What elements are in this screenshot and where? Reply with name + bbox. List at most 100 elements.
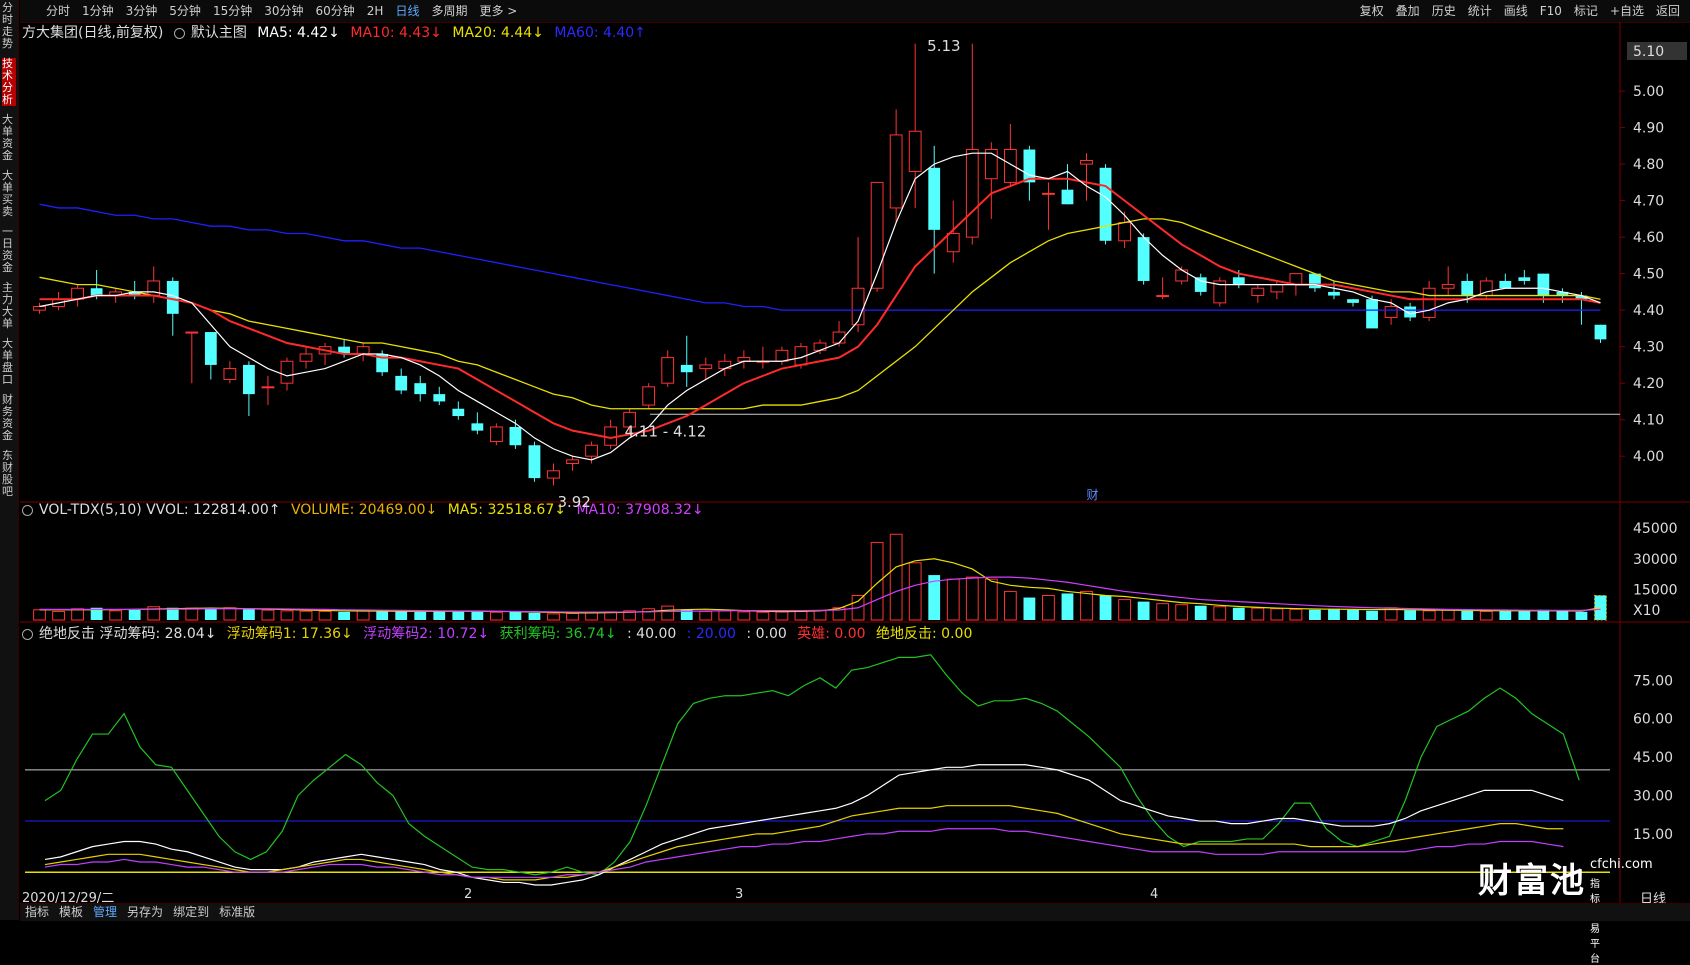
ind-tick-label-1: 60.00 bbox=[1633, 712, 1673, 728]
candle-body-35 bbox=[699, 364, 713, 370]
candle-body-68 bbox=[1328, 291, 1340, 296]
candle-body-21 bbox=[433, 394, 446, 402]
price-tick-label-6: 4.40 bbox=[1633, 303, 1664, 319]
vol-bar-63 bbox=[1232, 607, 1245, 620]
vol-bar-21 bbox=[433, 611, 446, 620]
candle-body-0 bbox=[33, 306, 46, 311]
candle-body-65 bbox=[1270, 284, 1284, 293]
candle-body-55 bbox=[1080, 159, 1093, 165]
vol-bar-36 bbox=[718, 610, 732, 621]
vol-bar-38 bbox=[756, 611, 770, 621]
vol-bar-44 bbox=[870, 541, 884, 621]
vol-bar-0 bbox=[33, 609, 46, 621]
price-tick-label-10: 4.00 bbox=[1633, 449, 1664, 465]
range-annotation: 4.11 - 4.12 bbox=[625, 422, 707, 440]
candle-body-82 bbox=[1594, 324, 1607, 340]
vol-tick-label-0: 45000 bbox=[1633, 521, 1678, 537]
price-tick-label-5: 4.50 bbox=[1633, 267, 1664, 283]
bottom-item-2[interactable]: 管理 bbox=[93, 905, 117, 919]
candle-body-30 bbox=[604, 426, 618, 446]
candle-body-75 bbox=[1461, 280, 1474, 296]
price-tick-label-0: 5.00 bbox=[1633, 84, 1664, 100]
candle-body-61 bbox=[1194, 277, 1207, 292]
bottom-item-4[interactable]: 绑定到 bbox=[173, 905, 209, 919]
candle-body-71 bbox=[1384, 306, 1398, 318]
candle-body-39 bbox=[775, 349, 789, 362]
vol-bar-11 bbox=[243, 609, 255, 620]
chart-canvas: 5.00 4.90 4.80 4.70 4.60 4.50 4.40 4.30 4.20 4.10… bbox=[20, 22, 1690, 903]
candle-body-10 bbox=[223, 368, 237, 381]
vol-bar-16 bbox=[338, 611, 350, 620]
vol-bar-22 bbox=[452, 610, 465, 620]
vol-bar-33 bbox=[661, 605, 675, 621]
vol-bar-15 bbox=[318, 610, 332, 621]
vol-bar-14 bbox=[299, 610, 313, 621]
candle-body-74 bbox=[1441, 284, 1455, 289]
vol-bar-66 bbox=[1289, 608, 1303, 621]
bottom-item-1[interactable]: 模板 bbox=[59, 905, 83, 919]
bottom-toolbar: 指标 模板 管理 另存为 绑定到 标准版 bbox=[20, 903, 1690, 921]
candle-body-64 bbox=[1251, 287, 1265, 297]
price-tick-label-7: 4.30 bbox=[1633, 340, 1664, 356]
bottom-item-5[interactable]: 标准版 bbox=[219, 905, 255, 919]
vol-bar-5 bbox=[128, 609, 141, 620]
vol-bar-77 bbox=[1499, 610, 1512, 620]
candle-body-59 bbox=[1156, 295, 1170, 298]
vol-bar-32 bbox=[642, 608, 656, 621]
vol-bar-69 bbox=[1347, 609, 1359, 620]
candle-body-20 bbox=[414, 383, 427, 395]
vol-bar-78 bbox=[1518, 611, 1531, 620]
date-label-2: 3 bbox=[735, 887, 744, 902]
vol-bar-13 bbox=[280, 610, 294, 621]
vol-bar-68 bbox=[1328, 608, 1340, 620]
vol-bar-29 bbox=[585, 612, 598, 621]
vol-bar-81 bbox=[1575, 611, 1588, 620]
candle-body-33 bbox=[661, 357, 675, 384]
candle-body-56 bbox=[1099, 167, 1112, 241]
vol-bar-48 bbox=[946, 578, 960, 621]
ma60-line bbox=[39, 203, 1601, 311]
date-axis: 2020/12/29/二 2 3 4 bbox=[20, 887, 1640, 906]
vol-bar-4 bbox=[109, 610, 123, 621]
bottom-item-3[interactable]: 另存为 bbox=[127, 905, 163, 919]
candle-body-78 bbox=[1518, 277, 1531, 281]
candle-body-60 bbox=[1175, 269, 1189, 282]
candle-body-28 bbox=[566, 459, 579, 464]
vol-bar-72 bbox=[1404, 610, 1417, 620]
ind-tick-label-3: 30.00 bbox=[1633, 788, 1673, 804]
candle-body-22 bbox=[452, 408, 465, 417]
candle-body-48 bbox=[946, 232, 960, 253]
ind-tick-label-0: 75.00 bbox=[1633, 673, 1673, 689]
candle-body-49 bbox=[965, 149, 979, 238]
candle-body-43 bbox=[851, 287, 865, 326]
candle-body-34 bbox=[680, 364, 693, 373]
vol-bar-37 bbox=[737, 611, 751, 621]
candle-body-70 bbox=[1366, 299, 1378, 329]
candle-body-6 bbox=[147, 280, 161, 297]
vol-bar-41 bbox=[813, 610, 827, 621]
bottom-item-0[interactable]: 指标 bbox=[25, 905, 49, 919]
vol-bar-61 bbox=[1194, 605, 1207, 620]
vol-bar-67 bbox=[1309, 609, 1321, 620]
candle-body-32 bbox=[642, 386, 656, 406]
vol-bar-62 bbox=[1213, 606, 1227, 621]
vol-bar-58 bbox=[1137, 601, 1150, 620]
vol-bar-57 bbox=[1118, 599, 1131, 621]
vol-bar-50 bbox=[984, 578, 998, 621]
vol-bar-25 bbox=[509, 611, 522, 620]
candle-body-47 bbox=[928, 167, 941, 230]
candle-body-23 bbox=[471, 423, 484, 431]
vol-bar-23 bbox=[471, 611, 484, 620]
vol-bar-65 bbox=[1270, 608, 1284, 621]
vol-bar-80 bbox=[1556, 610, 1569, 620]
vol-ma5-line bbox=[39, 558, 1601, 614]
candle-body-54 bbox=[1061, 189, 1074, 205]
candle-body-63 bbox=[1232, 277, 1245, 285]
watermark-brand: 财富池 bbox=[1478, 861, 1586, 901]
candle-body-17 bbox=[356, 346, 370, 355]
candle-body-58 bbox=[1137, 237, 1150, 281]
vol-bar-70 bbox=[1366, 610, 1378, 620]
candle-body-53 bbox=[1042, 192, 1055, 195]
vol-bar-76 bbox=[1479, 610, 1493, 621]
low-annotation: 3.92 bbox=[557, 493, 590, 511]
